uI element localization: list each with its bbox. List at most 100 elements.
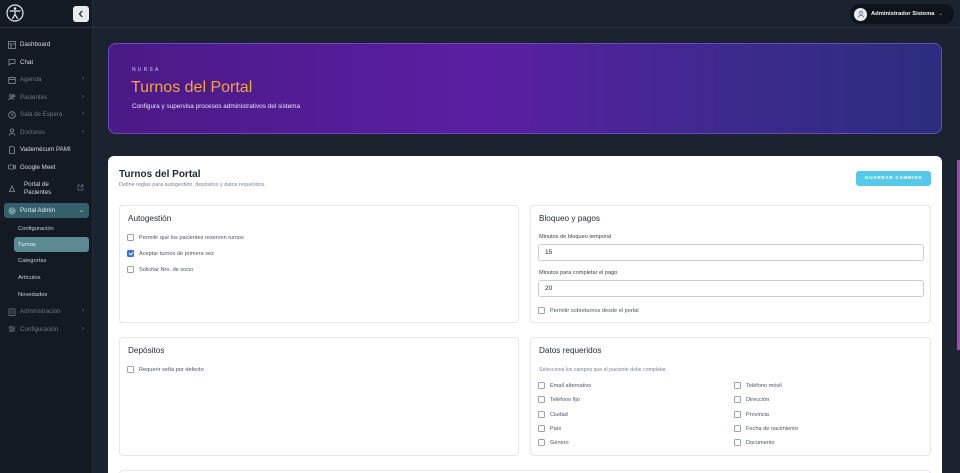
field-mobile-checkbox[interactable]: Teléfono móvil: [734, 382, 782, 389]
checkbox[interactable]: [734, 439, 741, 446]
panel-title: Bloqueo y pagos: [539, 214, 600, 223]
user-circle-icon: [8, 184, 16, 193]
panel-hint: Selecciona los campos que el paciente de…: [539, 367, 668, 373]
chevron-right-icon: ›: [82, 128, 84, 135]
sidebar-subitem-novedades[interactable]: Novedades: [0, 286, 93, 303]
sidebar-item-label: Pacientes: [24, 188, 52, 196]
sidebar-subitem-turnos[interactable]: Turnos: [14, 237, 89, 252]
page-subtitle: Configura y supervisa procesos administr…: [132, 103, 301, 110]
field-province-checkbox[interactable]: Provincia: [734, 411, 769, 418]
checkbox-label: País: [550, 425, 562, 432]
sidebar-item-label: Vademécum PAMI: [20, 146, 71, 154]
sidebar-subitem-articulos[interactable]: Artículos: [0, 269, 93, 286]
checkbox-label: Teléfono móvil: [746, 382, 782, 389]
datos-requeridos-panel: Datos requeridos Selecciona los campos q…: [530, 337, 931, 456]
checkbox-label: Permitir sobreturnos desde el portal: [550, 307, 639, 314]
field-email-alt-checkbox[interactable]: Email alternativo: [538, 382, 591, 389]
sidebar-item-administracion[interactable]: Administración ›: [0, 303, 93, 321]
accept-first-time-checkbox[interactable]: Aceptar turnos de primera vez: [127, 250, 214, 257]
checkbox[interactable]: [734, 411, 741, 418]
save-button[interactable]: GUARDAR CAMBIOS: [856, 171, 931, 186]
sidebar-item-dashboard[interactable]: Dashboard: [0, 36, 93, 54]
users-icon: [8, 93, 16, 101]
request-member-number-checkbox[interactable]: Solicitar Nro. de socio: [127, 266, 193, 273]
sidebar-item-label: Portal de: [24, 180, 49, 188]
user-name: Administrador Sistema: [871, 11, 935, 17]
sidebar-subitem-configuracion[interactable]: Configuración: [0, 220, 93, 237]
depositos-panel: Depósitos Requerir seña por defecto: [119, 337, 519, 456]
allow-overbooking-checkbox[interactable]: Permitir sobreturnos desde el portal: [538, 307, 639, 314]
checkbox[interactable]: [538, 411, 545, 418]
checkbox[interactable]: [127, 234, 134, 241]
sidebar-item-agenda[interactable]: Agenda ›: [0, 71, 93, 89]
checkbox-label: Ciudad: [550, 411, 568, 418]
field-document-checkbox[interactable]: Documento: [734, 439, 775, 446]
page-banner: NURSA Turnos del Portal Configura y supe…: [108, 43, 942, 134]
sidebar-item-label: Agenda: [20, 76, 42, 84]
clock-icon: [8, 111, 16, 119]
checkbox[interactable]: [127, 266, 134, 273]
field-birthdate-checkbox[interactable]: Fecha de nacimiento: [734, 425, 798, 432]
checkbox[interactable]: [734, 425, 741, 432]
field-address-checkbox[interactable]: Dirección: [734, 396, 769, 403]
user-icon: [857, 10, 864, 18]
checkbox[interactable]: [734, 382, 741, 389]
sidebar-item-sala-de-espera[interactable]: Sala de Espera ›: [0, 106, 93, 124]
checkbox[interactable]: [538, 382, 545, 389]
collapse-sidebar-button[interactable]: [73, 6, 89, 22]
sidebar-item-pacientes[interactable]: Pacientes ›: [0, 89, 93, 107]
chevron-down-icon: ⌄: [938, 11, 943, 17]
checkbox-checked[interactable]: [127, 250, 134, 257]
lock-minutes-input[interactable]: 15: [538, 244, 924, 261]
building-icon: [8, 308, 16, 316]
avatar: [854, 7, 867, 21]
sidebar-subitem-label: Novedades: [18, 291, 48, 298]
sidebar-subitem-label: Categorías: [18, 257, 47, 264]
sidebar-item-label: Google Meet: [20, 163, 56, 171]
sidebar-item-doctores[interactable]: Doctores ›: [0, 124, 93, 142]
sidebar-item-label: Configuración: [20, 325, 59, 333]
sidebar-subitem-label: Configuración: [18, 225, 54, 232]
checkbox-label: Requerir seña por defecto: [139, 366, 204, 373]
checkbox-label: Email alternativo: [550, 382, 592, 389]
checkbox[interactable]: [538, 307, 545, 314]
field-gender-checkbox[interactable]: Género: [538, 439, 569, 446]
sidebar-subitem-categorias[interactable]: Categorías: [0, 252, 93, 269]
sliders-icon: [8, 325, 16, 333]
checkbox[interactable]: [538, 425, 545, 432]
sidebar-item-portal-admin[interactable]: Portal Admin ⌄: [4, 203, 89, 218]
checkbox[interactable]: [538, 439, 545, 446]
sidebar-item-label: Chat: [20, 58, 34, 66]
payment-minutes-input[interactable]: 20: [538, 280, 924, 297]
app-logo-icon[interactable]: [6, 4, 24, 22]
page-title: Turnos del Portal: [131, 79, 253, 96]
sidebar-item-label: Administración: [20, 308, 61, 316]
sidebar-item-label: Dashboard: [20, 41, 51, 49]
sidebar: Dashboard Chat Agenda › Pacientes › Sala…: [0, 0, 93, 473]
checkbox-label: Teléfono fijo: [550, 396, 580, 403]
chevron-down-icon: ⌄: [78, 208, 84, 214]
checkbox[interactable]: [734, 396, 741, 403]
gear-icon: [8, 207, 16, 215]
banner-eyebrow: NURSA: [132, 67, 161, 73]
dashboard-icon: [8, 40, 16, 49]
user-menu-button[interactable]: Administrador Sistema ⌄: [850, 4, 954, 24]
sidebar-item-label: Sala de Espera: [20, 111, 63, 119]
checkbox[interactable]: [127, 366, 134, 373]
sidebar-item-google-meet[interactable]: Google Meet: [0, 159, 93, 177]
sidebar-item-label: Doctores: [20, 128, 45, 136]
field-phone-checkbox[interactable]: Teléfono fijo: [538, 396, 580, 403]
require-deposit-checkbox[interactable]: Requerir seña por defecto: [127, 366, 204, 373]
sidebar-item-vademecum[interactable]: Vademécum PAMI: [0, 141, 93, 159]
video-icon: [8, 163, 16, 171]
external-link-icon: [77, 184, 84, 193]
sidebar-item-configuracion[interactable]: Configuración ›: [0, 321, 93, 339]
field-country-checkbox[interactable]: País: [538, 425, 561, 432]
sidebar-item-chat[interactable]: Chat: [0, 54, 93, 72]
sidebar-item-portal-pacientes[interactable]: Portal de Pacientes: [0, 176, 93, 201]
field-label: Minutos de bloqueo temporal: [539, 234, 612, 240]
checkbox[interactable]: [538, 396, 545, 403]
allow-booking-checkbox[interactable]: Permitir que los pacientes reserven turn…: [127, 234, 244, 241]
field-city-checkbox[interactable]: Ciudad: [538, 411, 568, 418]
chat-icon: [8, 58, 16, 67]
